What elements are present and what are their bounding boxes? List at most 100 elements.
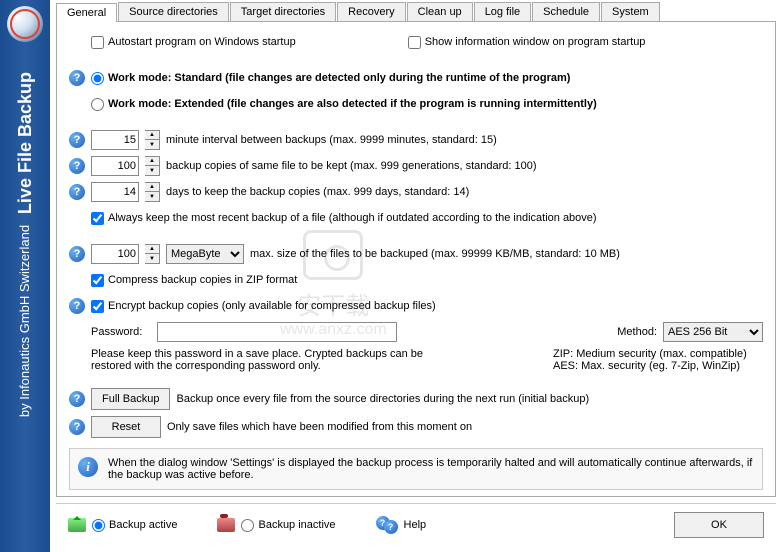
help-icon[interactable]: ? [69, 246, 85, 262]
backup-inactive-text: Backup inactive [258, 519, 335, 531]
method-label: Method: [617, 326, 657, 338]
tab-content: Autostart program on Windows startup Sho… [56, 22, 776, 497]
tab-source-directories[interactable]: Source directories [118, 2, 229, 21]
autostart-label[interactable]: Autostart program on Windows startup [91, 36, 296, 49]
help-double-icon: ?? [376, 516, 398, 534]
days-input[interactable] [91, 182, 139, 202]
interval-label: minute interval between backups (max. 99… [166, 134, 497, 146]
main-panel: General Source directories Target direct… [50, 0, 782, 552]
method-select[interactable]: AES 256 Bit [663, 322, 763, 342]
always-keep-checkbox[interactable] [91, 212, 104, 225]
always-keep-text: Always keep the most recent backup of a … [108, 212, 597, 224]
sidebar-text: by Infonautics GmbH Switzerland Live Fil… [15, 72, 36, 417]
row-maxsize: ? ▲▼ MegaByte max. size of the files to … [69, 244, 763, 264]
info-note-text: When the dialog window 'Settings' is dis… [108, 457, 754, 481]
interval-input[interactable] [91, 130, 139, 150]
workmode-standard-text: Work mode: Standard (file changes are de… [108, 72, 570, 84]
encrypt-text: Encrypt backup copies (only available fo… [108, 300, 436, 312]
workmode-extended-text: Work mode: Extended (file changes are al… [108, 98, 597, 110]
help-icon[interactable]: ? [69, 298, 85, 314]
backup-active-icon [68, 518, 86, 532]
showinfo-text: Show information window on program start… [425, 36, 646, 48]
help-icon[interactable]: ? [69, 184, 85, 200]
password-label: Password: [91, 326, 151, 338]
backup-inactive-group: Backup inactive [217, 515, 335, 535]
ok-button[interactable]: OK [674, 512, 764, 538]
row-reset: ? Reset Only save files which have been … [69, 416, 763, 438]
tab-system[interactable]: System [601, 2, 660, 21]
info-box: i When the dialog window 'Settings' is d… [69, 448, 763, 490]
row-password-note: Please keep this password in a save plac… [69, 348, 763, 372]
row-full-backup: ? Full Backup Backup once every file fro… [69, 388, 763, 410]
password-note: Please keep this password in a save plac… [91, 348, 461, 372]
maxsize-spinner[interactable]: ▲▼ [145, 244, 160, 264]
app-logo-icon [7, 6, 43, 42]
maxsize-unit-select[interactable]: MegaByte [166, 244, 244, 264]
copies-spinner[interactable]: ▲▼ [145, 156, 160, 176]
help-icon[interactable]: ? [69, 132, 85, 148]
encrypt-checkbox[interactable] [91, 300, 104, 313]
row-encrypt: ? Encrypt backup copies (only available … [69, 296, 763, 316]
row-workmode-standard: ? Work mode: Standard (file changes are … [69, 68, 763, 88]
tab-general[interactable]: General [56, 3, 117, 22]
autostart-checkbox[interactable] [91, 36, 104, 49]
help-icon[interactable]: ? [69, 70, 85, 86]
backup-active-radio[interactable] [92, 519, 105, 532]
compress-checkbox[interactable] [91, 274, 104, 287]
info-icon: i [78, 457, 98, 477]
backup-active-label[interactable]: Backup active [92, 519, 177, 532]
row-days: ? ▲▼ days to keep the backup copies (max… [69, 182, 763, 202]
sidebar-title: Live File Backup [15, 72, 35, 214]
backup-inactive-icon [217, 518, 235, 532]
row-startup: Autostart program on Windows startup Sho… [69, 32, 763, 52]
sidebar-company: by Infonautics GmbH Switzerland [17, 225, 32, 417]
full-backup-button[interactable]: Full Backup [91, 388, 170, 410]
row-always-keep: Always keep the most recent backup of a … [69, 208, 763, 228]
days-label: days to keep the backup copies (max. 999… [166, 186, 469, 198]
row-compress: Compress backup copies in ZIP format [69, 270, 763, 290]
help-icon[interactable]: ? [69, 419, 85, 435]
help-icon[interactable]: ? [69, 158, 85, 174]
showinfo-label[interactable]: Show information window on program start… [408, 36, 646, 49]
backup-inactive-radio[interactable] [241, 519, 254, 532]
workmode-standard-label[interactable]: Work mode: Standard (file changes are de… [91, 72, 570, 85]
interval-spinner[interactable]: ▲▼ [145, 130, 160, 150]
row-copies: ? ▲▼ backup copies of same file to be ke… [69, 156, 763, 176]
row-workmode-extended: Work mode: Extended (file changes are al… [69, 94, 763, 114]
help-group[interactable]: ?? Help [376, 515, 427, 535]
tab-schedule[interactable]: Schedule [532, 2, 600, 21]
workmode-extended-label[interactable]: Work mode: Extended (file changes are al… [91, 98, 597, 111]
maxsize-label: max. size of the files to be backuped (m… [250, 248, 620, 260]
full-backup-desc: Backup once every file from the source d… [176, 393, 589, 405]
encrypt-label[interactable]: Encrypt backup copies (only available fo… [91, 300, 436, 313]
bottom-bar: Backup active Backup inactive ?? Help OK [56, 503, 776, 546]
tab-target-directories[interactable]: Target directories [230, 2, 336, 21]
backup-active-text: Backup active [109, 519, 177, 531]
backup-active-group: Backup active [68, 515, 177, 535]
maxsize-input[interactable] [91, 244, 139, 264]
showinfo-checkbox[interactable] [408, 36, 421, 49]
tab-recovery[interactable]: Recovery [337, 2, 405, 21]
tab-log-file[interactable]: Log file [474, 2, 531, 21]
tab-clean-up[interactable]: Clean up [407, 2, 473, 21]
copies-input[interactable] [91, 156, 139, 176]
method-note: ZIP: Medium security (max. compatible) A… [553, 348, 763, 372]
help-text: Help [404, 519, 427, 531]
row-interval: ? ▲▼ minute interval between backups (ma… [69, 130, 763, 150]
backup-inactive-label[interactable]: Backup inactive [241, 519, 335, 532]
days-spinner[interactable]: ▲▼ [145, 182, 160, 202]
reset-desc: Only save files which have been modified… [167, 421, 472, 433]
autostart-text: Autostart program on Windows startup [108, 36, 296, 48]
compress-label[interactable]: Compress backup copies in ZIP format [91, 274, 297, 287]
reset-button[interactable]: Reset [91, 416, 161, 438]
copies-label: backup copies of same file to be kept (m… [166, 160, 537, 172]
sidebar: by Infonautics GmbH Switzerland Live Fil… [0, 0, 50, 552]
row-password: Password: Method: AES 256 Bit [69, 322, 763, 342]
compress-text: Compress backup copies in ZIP format [108, 274, 297, 286]
password-input[interactable] [157, 322, 397, 342]
help-icon[interactable]: ? [69, 391, 85, 407]
workmode-extended-radio[interactable] [91, 98, 104, 111]
always-keep-label[interactable]: Always keep the most recent backup of a … [91, 212, 597, 225]
workmode-standard-radio[interactable] [91, 72, 104, 85]
tabs: General Source directories Target direct… [56, 2, 776, 22]
